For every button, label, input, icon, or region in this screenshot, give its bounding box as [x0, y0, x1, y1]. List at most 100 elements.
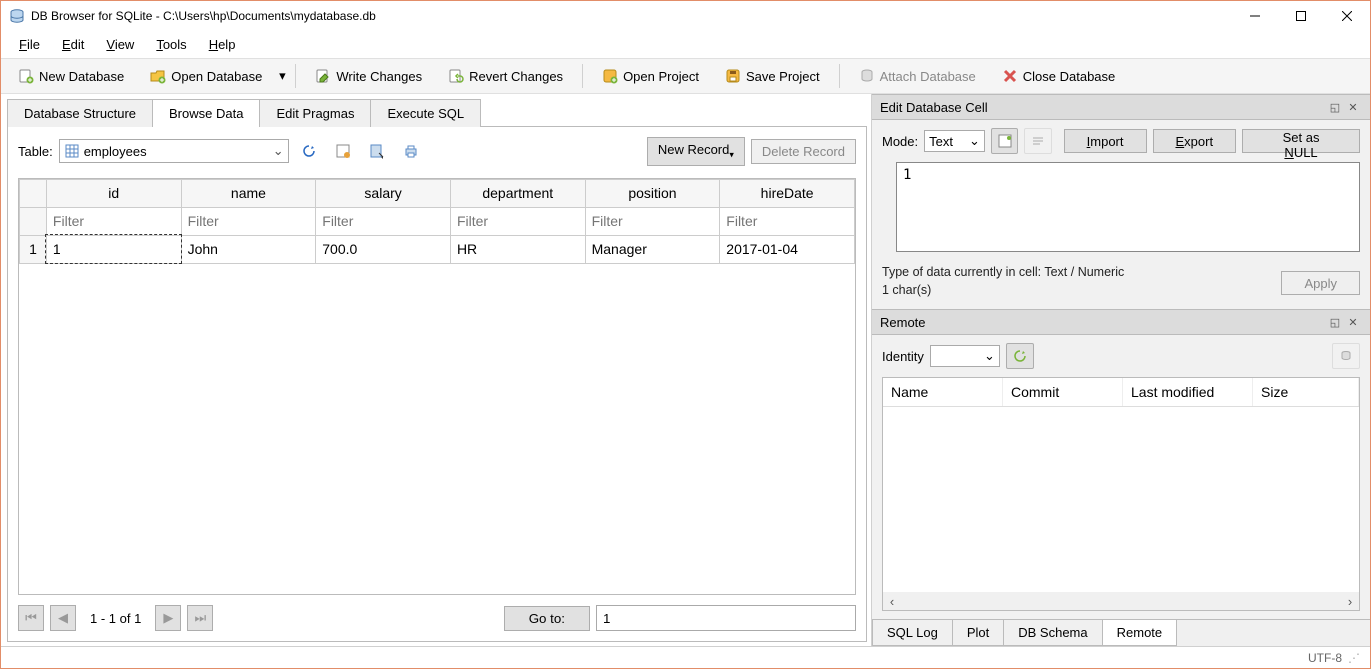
table-row: 1 1 John 700.0 HR Manager 2017-01-04 [20, 235, 855, 263]
maximize-button[interactable] [1278, 1, 1324, 31]
menu-edit[interactable]: Edit [52, 34, 94, 55]
tab-remote[interactable]: Remote [1102, 620, 1178, 646]
main-toolbar: New Database Open Database ▾ Write Chang… [1, 58, 1370, 94]
insert-image-button[interactable] [991, 128, 1018, 154]
open-project-label: Open Project [623, 69, 699, 84]
remote-col-last-modified[interactable]: Last modified [1123, 378, 1253, 406]
save-project-button[interactable]: Save Project [714, 63, 831, 89]
menu-help[interactable]: Help [199, 34, 246, 55]
table-name: employees [84, 144, 269, 159]
menu-view[interactable]: View [96, 34, 144, 55]
filter-hiredate[interactable] [726, 213, 848, 229]
filter-id[interactable] [53, 213, 175, 229]
main-area: Database Structure Browse Data Edit Prag… [1, 94, 1370, 646]
new-database-label: New Database [39, 69, 124, 84]
column-header-salary[interactable]: salary [316, 179, 451, 207]
dock-float-icon[interactable]: ◱ [1326, 99, 1344, 115]
set-null-button[interactable]: Set as NULL [1242, 129, 1360, 153]
new-record-button[interactable]: New Record▾ [647, 137, 745, 166]
column-header-name[interactable]: name [181, 179, 316, 207]
dock-close-icon[interactable]: ✕ [1344, 314, 1362, 330]
revert-changes-label: Revert Changes [469, 69, 563, 84]
chevron-down-icon: ⌄ [969, 133, 980, 149]
tab-sql-log[interactable]: SQL Log [872, 620, 953, 646]
tab-edit-pragmas[interactable]: Edit Pragmas [259, 99, 371, 127]
minimize-button[interactable] [1232, 1, 1278, 31]
menu-file[interactable]: File [9, 34, 50, 55]
cell-department[interactable]: HR [450, 235, 585, 263]
table-select[interactable]: employees ⌄ [59, 139, 289, 163]
row-number[interactable]: 1 [20, 235, 47, 263]
next-page-button[interactable]: ▶ [155, 605, 181, 631]
cell-hiredate[interactable]: 2017-01-04 [720, 235, 855, 263]
tab-database-structure[interactable]: Database Structure [7, 99, 153, 127]
cell-salary[interactable]: 700.0 [316, 235, 451, 263]
identity-select[interactable]: ⌄ [930, 345, 1000, 367]
resize-grip-icon[interactable]: ⋰ [1348, 651, 1360, 665]
revert-changes-button[interactable]: Revert Changes [437, 63, 574, 89]
filter-salary[interactable] [322, 213, 444, 229]
remote-table[interactable]: Name Commit Last modified Size ‹ › [882, 377, 1360, 611]
open-database-dropdown[interactable]: ▾ [277, 68, 287, 84]
tab-db-schema[interactable]: DB Schema [1003, 620, 1102, 646]
open-project-button[interactable]: Open Project [591, 63, 710, 89]
column-header-department[interactable]: department [450, 179, 585, 207]
cell-position[interactable]: Manager [585, 235, 720, 263]
pager-label: 1 - 1 of 1 [82, 611, 149, 626]
prev-page-button[interactable]: ◀ [50, 605, 76, 631]
data-grid[interactable]: id name salary department position hireD… [18, 178, 856, 595]
app-window: DB Browser for SQLite - C:\Users\hp\Docu… [0, 0, 1371, 669]
apply-button[interactable]: Apply [1281, 271, 1360, 295]
remote-col-commit[interactable]: Commit [1003, 378, 1123, 406]
goto-button[interactable]: Go to: [504, 606, 590, 631]
remote-scrollbar[interactable]: ‹ › [883, 592, 1359, 610]
dock-close-icon[interactable]: ✕ [1344, 99, 1362, 115]
remote-push-button[interactable] [1332, 343, 1360, 369]
new-database-button[interactable]: New Database [7, 63, 135, 89]
close-database-icon [1002, 68, 1018, 84]
dock-float-icon[interactable]: ◱ [1326, 314, 1344, 330]
remote-col-size[interactable]: Size [1253, 378, 1359, 406]
column-header-id[interactable]: id [46, 179, 181, 207]
filter-department[interactable] [457, 213, 579, 229]
last-page-button[interactable]: ⏭ [187, 605, 213, 631]
cell-value-textarea[interactable] [896, 162, 1360, 252]
first-page-button[interactable]: ⏮ [18, 605, 44, 631]
import-button[interactable]: Import [1064, 129, 1147, 153]
close-database-button[interactable]: Close Database [991, 63, 1127, 89]
save-view-button[interactable] [363, 138, 391, 164]
tab-plot[interactable]: Plot [952, 620, 1004, 646]
open-project-icon [602, 68, 618, 84]
column-header-hiredate[interactable]: hireDate [720, 179, 855, 207]
mode-label: Mode: [882, 134, 918, 149]
menu-tools[interactable]: Tools [146, 34, 196, 55]
tab-execute-sql[interactable]: Execute SQL [370, 99, 481, 127]
filter-name[interactable] [188, 213, 310, 229]
scroll-right-icon[interactable]: › [1341, 594, 1359, 609]
tab-browse-data[interactable]: Browse Data [152, 99, 260, 127]
filter-position[interactable] [592, 213, 714, 229]
cell-name[interactable]: John [181, 235, 316, 263]
write-changes-button[interactable]: Write Changes [304, 63, 433, 89]
cell-id[interactable]: 1 [46, 235, 181, 263]
remote-col-name[interactable]: Name [883, 378, 1003, 406]
toolbar-separator [582, 64, 583, 88]
identity-refresh-button[interactable] [1006, 343, 1034, 369]
open-database-label: Open Database [171, 69, 262, 84]
open-database-button[interactable]: Open Database [139, 63, 273, 89]
column-header-position[interactable]: position [585, 179, 720, 207]
export-button[interactable]: Export [1153, 129, 1237, 153]
text-format-button[interactable] [1024, 128, 1051, 154]
mode-select[interactable]: Text ⌄ [924, 130, 985, 152]
scroll-left-icon[interactable]: ‹ [883, 594, 901, 609]
close-button[interactable] [1324, 1, 1370, 31]
remote-body: Identity ⌄ Name Commit Last modified Siz… [872, 335, 1370, 619]
toolbar-separator [295, 64, 296, 88]
refresh-button[interactable] [295, 138, 323, 164]
attach-database-button[interactable]: Attach Database [848, 63, 987, 89]
window-title: DB Browser for SQLite - C:\Users\hp\Docu… [31, 9, 1232, 23]
print-button[interactable] [397, 138, 425, 164]
goto-input[interactable] [596, 605, 856, 631]
delete-record-button[interactable]: Delete Record [751, 139, 856, 164]
clear-filters-button[interactable] [329, 138, 357, 164]
